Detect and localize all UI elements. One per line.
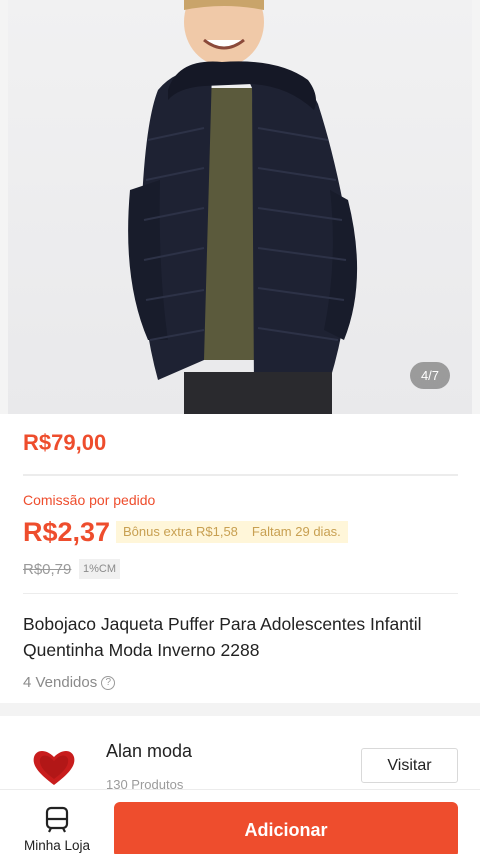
old-commission: R$0,79 — [23, 561, 72, 578]
sold-count-label: 4 Vendidos — [23, 674, 98, 691]
shop-logo-heart-icon[interactable] — [30, 747, 78, 787]
cm-tag: 1%CM — [79, 559, 121, 579]
section-separator — [0, 703, 480, 716]
divider — [23, 474, 458, 476]
divider — [23, 593, 458, 594]
my-store-label: Minha Loja — [23, 838, 91, 853]
bonus-badge: Bônus extra R$1,58 Faltam 29 dias. — [116, 521, 348, 543]
add-button[interactable]: Adicionar — [114, 802, 458, 854]
commission-value: R$2,37 — [23, 517, 111, 547]
bonus-deadline: Faltam 29 dias. — [251, 524, 341, 539]
product-price: R$79,00 — [23, 430, 107, 455]
product-photo[interactable] — [8, 0, 472, 414]
product-title: Bobojaco Jaqueta Puffer Para Adolescente… — [23, 614, 422, 660]
shop-name[interactable]: Alan moda — [106, 741, 192, 762]
product-photo-illustration — [128, 0, 358, 414]
visit-shop-button[interactable]: Visitar — [361, 748, 458, 783]
commission-label: Comissão por pedido — [23, 492, 156, 508]
my-store-tab[interactable]: Minha Loja — [18, 806, 96, 854]
sold-count: 4 Vendidos ? — [23, 674, 116, 691]
info-icon[interactable]: ? — [101, 675, 116, 690]
bonus-text: Bônus extra R$1,58 — [123, 524, 238, 539]
store-icon — [45, 806, 69, 833]
image-counter: 4/7 — [410, 362, 450, 389]
product-detail-screen: 4/7 R$79,00 Comissão por pedido R$2,37 B… — [0, 0, 480, 854]
bottom-action-bar: Minha Loja Adicionar — [0, 789, 480, 854]
product-image-carousel[interactable]: 4/7 — [0, 0, 480, 414]
